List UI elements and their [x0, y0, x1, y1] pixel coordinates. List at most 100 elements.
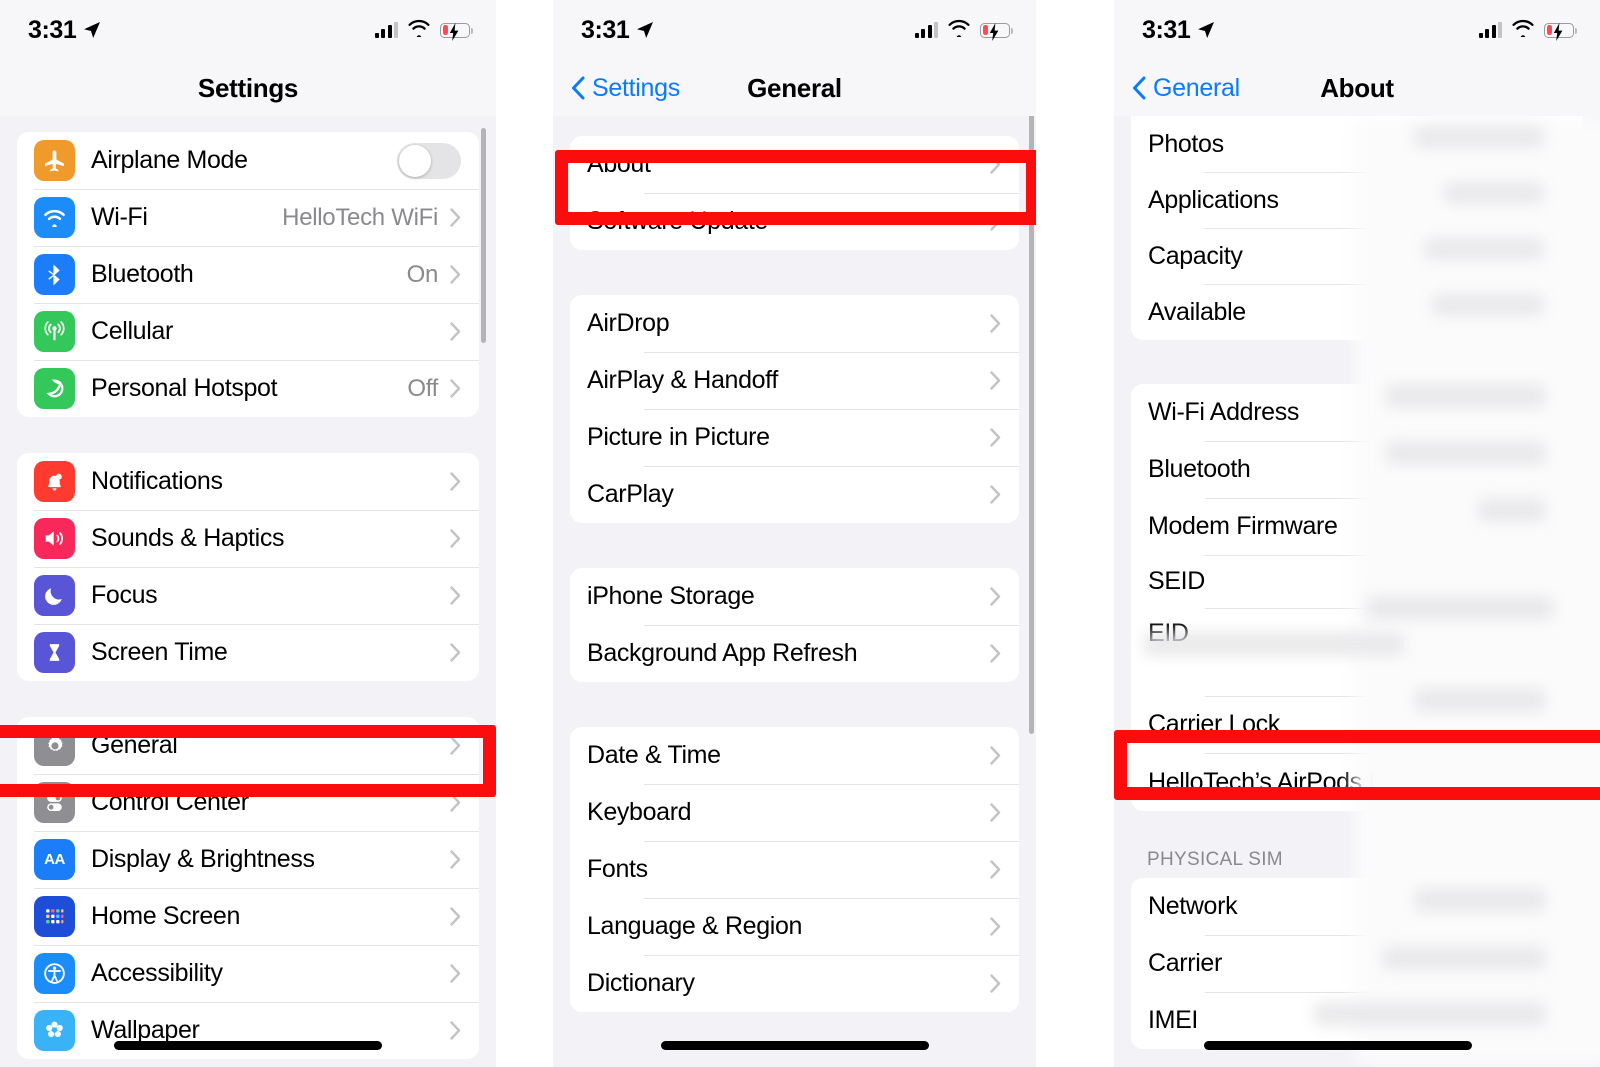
cellular-icon	[34, 311, 75, 352]
list-item-picture-in-picture[interactable]: Picture in Picture	[570, 409, 1019, 466]
list-item-dictionary[interactable]: Dictionary	[570, 955, 1019, 1012]
general-scroll-area[interactable]: About Software Update AirDrop AirPlay & …	[553, 116, 1036, 1067]
list-item-label: Available	[1148, 297, 1246, 326]
list-item-label: Modem Firmware	[1148, 512, 1338, 540]
sidebar-item-bluetooth[interactable]: Bluetooth On	[17, 246, 479, 303]
list-item-applications: Applications	[1131, 172, 1583, 228]
focus-moon-icon	[34, 575, 75, 616]
panel-gap-1	[496, 0, 553, 1067]
sidebar-item-display-brightness[interactable]: AA Display & Brightness	[17, 831, 479, 888]
status-bar-right	[1478, 19, 1578, 42]
list-item-iphone-storage[interactable]: iPhone Storage	[570, 568, 1019, 625]
location-arrow-icon	[82, 20, 102, 40]
list-item-capacity: Capacity	[1131, 228, 1583, 284]
list-item-keyboard[interactable]: Keyboard	[570, 784, 1019, 841]
back-button-general[interactable]: General	[1114, 74, 1240, 103]
list-item-label: Date & Time	[587, 741, 721, 769]
list-item-modem-firmware: Modem Firmware	[1131, 498, 1583, 555]
list-item-label: Picture in Picture	[587, 423, 770, 451]
phone-panel-settings: 3:31 Settings Airplane Mode Wi-Fi HelloT…	[0, 0, 496, 1067]
sidebar-item-focus[interactable]: Focus	[17, 567, 479, 624]
list-item-date-time[interactable]: Date & Time	[570, 727, 1019, 784]
list-item-label: Network	[1148, 892, 1238, 920]
sidebar-item-home-screen[interactable]: Home Screen	[17, 888, 479, 945]
sidebar-item-control-center[interactable]: Control Center	[17, 774, 479, 831]
settings-scroll-area[interactable]: Airplane Mode Wi-Fi HelloTech WiFi Bluet…	[0, 116, 496, 1067]
status-bar-right	[914, 19, 1014, 42]
back-button-settings[interactable]: Settings	[553, 74, 680, 103]
list-item-language-region[interactable]: Language & Region	[570, 898, 1019, 955]
settings-group-alerts: Notifications Sounds & Haptics Focus Scr…	[17, 453, 479, 681]
sidebar-item-label: Control Center	[91, 788, 249, 816]
list-item-airplay-handoff[interactable]: AirPlay & Handoff	[570, 352, 1019, 409]
list-item-background-app-refresh[interactable]: Background App Refresh	[570, 625, 1019, 682]
sidebar-item-label: Personal Hotspot	[91, 374, 278, 402]
home-indicator	[660, 1041, 929, 1050]
list-item-carrier: Carrier	[1131, 935, 1583, 992]
chevron-left-icon	[1132, 76, 1146, 100]
sidebar-item-wifi[interactable]: Wi-Fi HelloTech WiFi	[17, 189, 479, 246]
status-bar: 3:31	[0, 0, 496, 60]
list-item-airpods-pro[interactable]: HelloTech’s AirPods Pro	[1131, 753, 1583, 811]
list-item-airdrop[interactable]: AirDrop	[570, 295, 1019, 352]
sidebar-item-personal-hotspot[interactable]: Personal Hotspot Off	[17, 360, 479, 417]
sidebar-item-cellular[interactable]: Cellular	[17, 303, 479, 360]
scrollbar-thumb[interactable]	[1029, 116, 1034, 734]
scrollbar-thumb[interactable]	[481, 128, 486, 343]
hotspot-icon	[34, 368, 75, 409]
airplane-mode-toggle[interactable]	[397, 142, 461, 179]
list-item-carplay[interactable]: CarPlay	[570, 466, 1019, 523]
list-item-label: Capacity	[1148, 241, 1243, 270]
battery-charging-icon	[1544, 22, 1578, 41]
sidebar-item-wallpaper[interactable]: Wallpaper	[17, 1002, 479, 1059]
list-item-fonts[interactable]: Fonts	[570, 841, 1019, 898]
wifi-icon	[1511, 19, 1535, 42]
sidebar-item-notifications[interactable]: Notifications	[17, 453, 479, 510]
chevron-right-icon	[450, 322, 461, 341]
sidebar-item-label: Home Screen	[91, 902, 240, 930]
home-indicator	[1203, 1041, 1472, 1050]
list-item-label: IMEI	[1148, 1006, 1198, 1034]
scrollbar-thumb[interactable]	[1591, 376, 1596, 801]
chevron-right-icon	[450, 208, 461, 227]
sidebar-item-accessibility[interactable]: Accessibility	[17, 945, 479, 1002]
nav-bar-settings: Settings	[0, 60, 496, 116]
phone-panel-general: 3:31 Settings General About Software Upd…	[553, 0, 1036, 1067]
display-brightness-aa-icon: AA	[34, 839, 75, 880]
status-bar: 3:31	[1114, 0, 1600, 60]
sidebar-item-screen-time[interactable]: Screen Time	[17, 624, 479, 681]
list-item-label: Dictionary	[587, 969, 695, 997]
screen-time-hourglass-icon	[34, 632, 75, 673]
chevron-right-icon	[990, 860, 1001, 879]
section-header-physical-sim: PHYSICAL SIM	[1147, 849, 1283, 870]
sidebar-item-general[interactable]: General	[17, 717, 479, 774]
home-screen-grid-icon	[34, 896, 75, 937]
chevron-right-icon	[450, 736, 461, 755]
wifi-icon	[407, 19, 431, 42]
chevron-right-icon	[990, 428, 1001, 447]
sidebar-item-label: Bluetooth	[91, 260, 194, 288]
notifications-bell-icon	[34, 461, 75, 502]
list-item-label: AirDrop	[587, 309, 670, 337]
sidebar-item-label: Accessibility	[91, 959, 223, 987]
list-item-label: Wi-Fi Address	[1148, 398, 1300, 426]
list-item-label: Carrier Lock	[1148, 710, 1280, 738]
list-item-software-update[interactable]: Software Update	[570, 193, 1019, 250]
about-scroll-area[interactable]: Photos Applications Capacity Available W…	[1114, 116, 1600, 1067]
sidebar-item-airplane-mode[interactable]: Airplane Mode	[17, 132, 479, 189]
sidebar-item-sounds-haptics[interactable]: Sounds & Haptics	[17, 510, 479, 567]
chevron-right-icon	[450, 586, 461, 605]
wallpaper-flower-icon	[34, 1010, 75, 1051]
chevron-right-icon	[450, 907, 461, 926]
status-bar-right	[374, 19, 474, 42]
list-item-label: About	[587, 150, 651, 178]
about-group-physical-sim: Network Carrier IMEI	[1131, 878, 1583, 1049]
sidebar-item-label: Cellular	[91, 317, 173, 345]
chevron-right-icon	[990, 371, 1001, 390]
list-item-seid: SEID	[1131, 555, 1583, 608]
settings-group-system: General Control Center AA Display & Brig…	[17, 717, 479, 1059]
list-item-about[interactable]: About	[570, 136, 1019, 193]
screenshot-stage: 3:31 Settings Airplane Mode Wi-Fi HelloT…	[0, 0, 1600, 1067]
sidebar-item-label: Screen Time	[91, 638, 228, 666]
status-bar-left: 3:31	[1142, 16, 1216, 45]
